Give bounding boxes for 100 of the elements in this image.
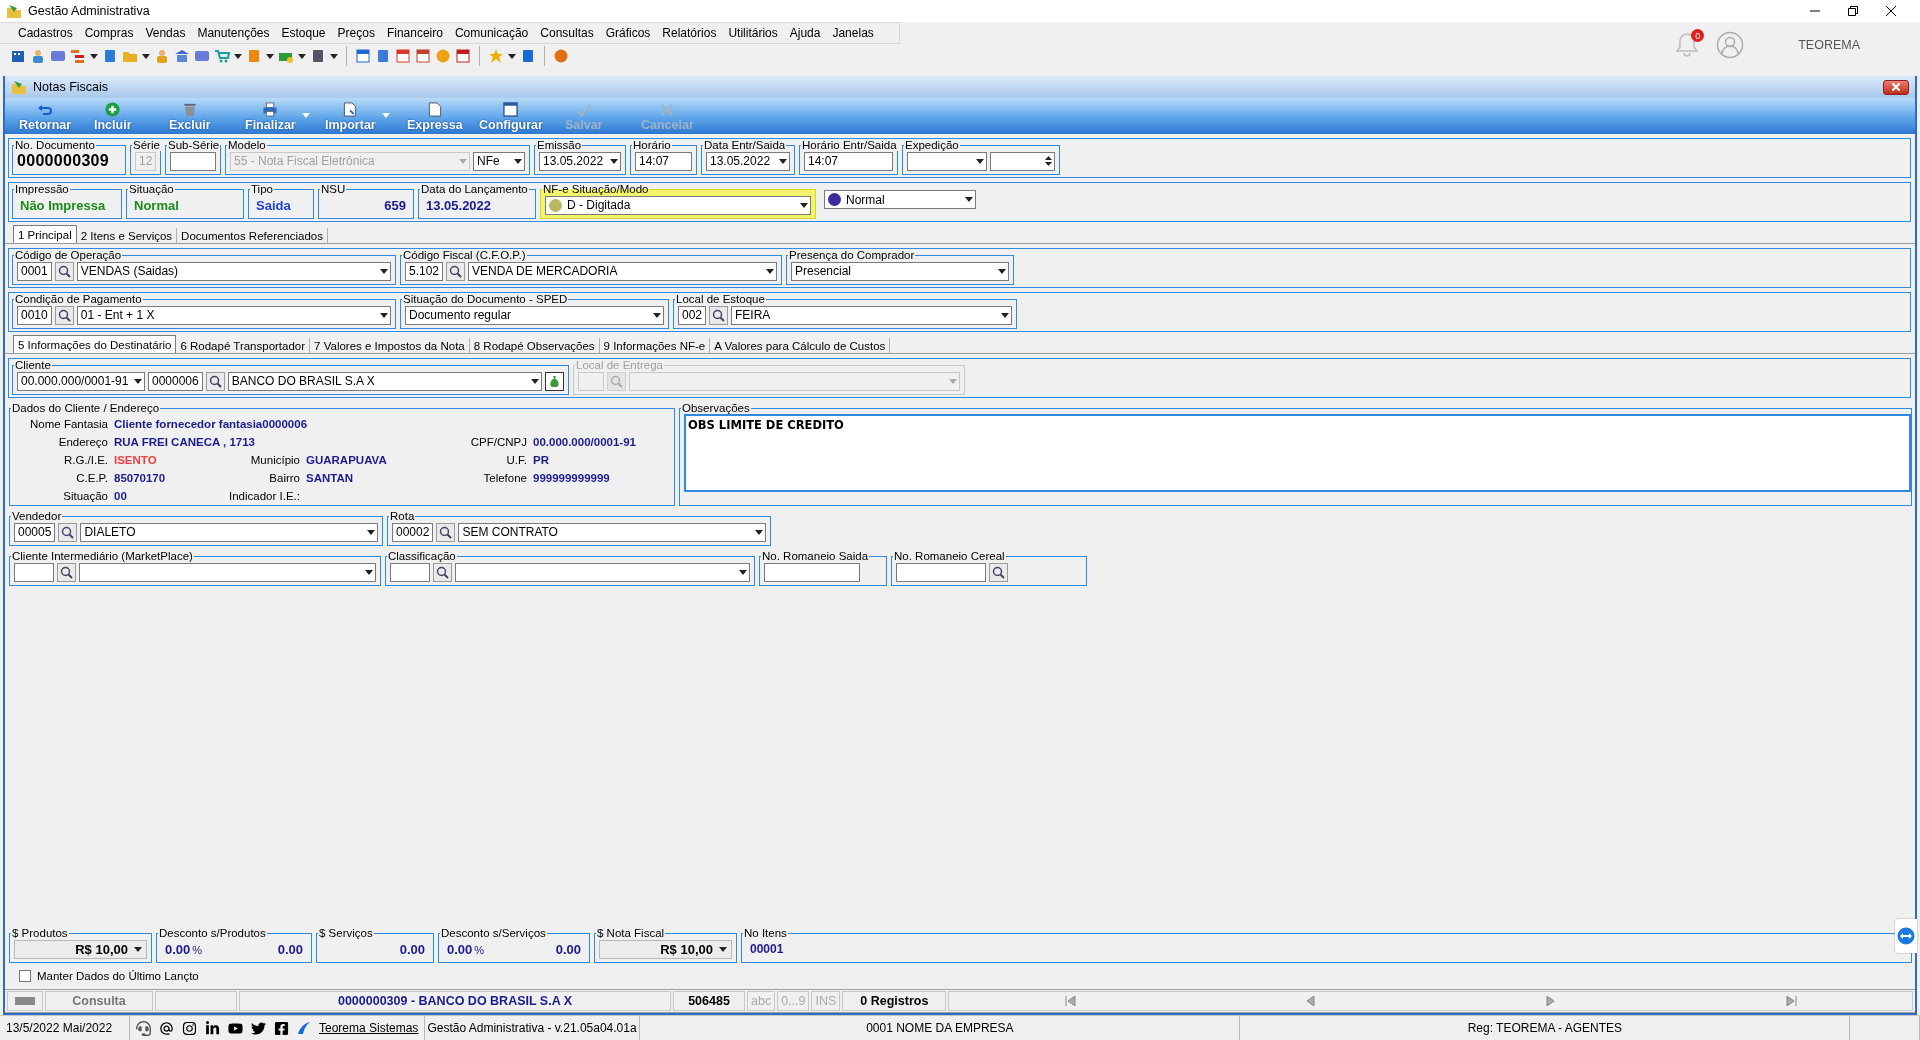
input-field[interactable] [764, 562, 860, 582]
search-button[interactable] [436, 522, 456, 542]
twitter-icon[interactable] [251, 1020, 266, 1036]
spinner-field[interactable] [990, 151, 1055, 171]
bell-icon[interactable] [1674, 31, 1701, 57]
headset-icon[interactable] [136, 1020, 151, 1036]
tab[interactable]: 6 Rodapé Transportador [176, 338, 311, 353]
search-button[interactable] [57, 562, 76, 582]
code-field[interactable]: 00002 [392, 522, 434, 542]
search-button[interactable] [205, 371, 225, 391]
email-icon[interactable] [159, 1020, 174, 1036]
calendar-icon[interactable] [415, 48, 431, 64]
search-button[interactable] [54, 305, 74, 325]
tab[interactable]: 2 Itens e Serviços [76, 228, 178, 243]
close-button[interactable] [1883, 79, 1909, 95]
dropdown[interactable] [455, 562, 750, 582]
menu-item[interactable]: Financeiro [380, 26, 449, 40]
dropdown[interactable]: SEM CONTRATO [458, 522, 766, 542]
hierarchy-icon[interactable] [70, 48, 86, 64]
tab[interactable]: 5 Informações do Destinatário [13, 335, 177, 353]
code-field[interactable]: 0001 [17, 261, 52, 281]
document-icon[interactable] [102, 48, 118, 64]
linkedin-icon[interactable] [205, 1020, 220, 1036]
menu-item[interactable]: Cadastros [12, 26, 79, 40]
dropdown[interactable]: VENDA DE MERCADORIA [468, 261, 777, 281]
dropdown[interactable]: R$ 10,00 [599, 939, 732, 959]
code-field[interactable]: 5.102 [405, 261, 444, 281]
menu-item[interactable]: Gráficos [599, 26, 657, 40]
search-button[interactable] [54, 261, 74, 281]
code-field[interactable] [390, 562, 430, 582]
input-field[interactable] [170, 151, 216, 171]
restore-icon[interactable] [1848, 6, 1858, 16]
menu-item[interactable]: Utilitários [722, 26, 784, 40]
code-field[interactable]: 0000006 [148, 371, 203, 391]
dropdown[interactable]: BANCO DO BRASIL S.A X [227, 371, 542, 391]
input-field[interactable]: 14:07 [804, 151, 893, 171]
dropdown[interactable]: 00.000.000/0001-91 [17, 371, 145, 391]
date-picker[interactable]: 13.05.2022 [539, 151, 621, 171]
tab[interactable]: 9 Informações NF-e [599, 338, 711, 353]
code-field[interactable]: 00005 [14, 522, 56, 542]
dropdown[interactable]: 01 - Ent + 1 X [76, 305, 391, 325]
tab[interactable]: A Valores para Cálculo de Custos [710, 338, 891, 353]
card-icon[interactable] [50, 48, 66, 64]
search-button[interactable] [58, 522, 78, 542]
next-record-icon[interactable] [1545, 996, 1555, 1006]
search-button[interactable] [446, 261, 466, 281]
caret-icon[interactable] [301, 113, 310, 118]
people-icon[interactable] [30, 48, 46, 64]
remote-support-icon[interactable] [1897, 927, 1915, 945]
last-record-icon[interactable] [1785, 996, 1797, 1006]
calendar-icon[interactable] [355, 48, 371, 64]
menu-item[interactable]: Consultas [534, 26, 600, 40]
dropdown[interactable] [79, 562, 376, 582]
dropdown[interactable]: DIALETO [80, 522, 378, 542]
caret-icon[interactable] [381, 113, 390, 118]
input-field[interactable] [896, 562, 986, 582]
star-icon[interactable] [488, 48, 504, 64]
menu-item[interactable]: Preços [331, 26, 381, 40]
dropdown[interactable]: Documento regular [405, 305, 664, 325]
menu-item[interactable]: Estoque [275, 26, 332, 40]
search-button[interactable] [709, 305, 729, 325]
tab[interactable]: 8 Rodapé Observações [469, 338, 600, 353]
input-field[interactable]: 14:07 [635, 151, 692, 171]
dropdown[interactable] [907, 151, 987, 171]
cart-icon[interactable] [214, 48, 230, 64]
menu-item[interactable]: Compras [78, 26, 140, 40]
tab[interactable]: Documentos Referenciados [177, 228, 329, 243]
previous-record-icon[interactable] [1306, 996, 1316, 1006]
dropdown[interactable]: VENDAS (Saidas) [76, 261, 391, 281]
dropdown[interactable]: Presencial [791, 261, 1009, 281]
card-icon[interactable] [194, 48, 210, 64]
dropdown[interactable]: D - Digitada [545, 195, 811, 215]
code-field[interactable] [14, 562, 54, 582]
dropdown[interactable]: Normal [824, 190, 976, 209]
menu-item[interactable]: Vendas [139, 26, 192, 40]
code-field[interactable]: 0010 [17, 305, 52, 325]
menu-item[interactable]: Janelas [826, 26, 880, 40]
code-field[interactable]: 002 [678, 305, 707, 325]
money-bag-button[interactable] [545, 371, 564, 391]
checkbox[interactable] [19, 970, 31, 982]
search-button[interactable] [433, 562, 452, 582]
date-picker[interactable]: 13.05.2022 [706, 151, 790, 171]
bank-icon[interactable] [174, 48, 190, 64]
menu-item[interactable]: Ajuda [783, 26, 827, 40]
instagram-icon[interactable] [182, 1020, 197, 1036]
dropdown[interactable]: FEIRA [731, 305, 1012, 325]
calendar-icon[interactable] [395, 48, 411, 64]
facebook-icon[interactable] [274, 1020, 289, 1036]
close-icon[interactable] [1886, 6, 1896, 16]
tab[interactable]: 1 Principal [13, 225, 77, 243]
menu-item[interactable]: Comunicação [448, 26, 535, 40]
menu-item[interactable]: Relatórios [656, 26, 723, 40]
building-icon[interactable] [10, 48, 26, 64]
search-button[interactable] [989, 562, 1008, 582]
menu-item[interactable]: Manutenções [191, 26, 276, 40]
tab[interactable]: 7 Valores e Impostos da Nota [310, 338, 470, 353]
website-link[interactable]: Teorema Sistemas [319, 1021, 419, 1035]
first-record-icon[interactable] [1064, 996, 1076, 1006]
notes-field[interactable]: OBS LIMITE DE CREDITO [684, 414, 1911, 492]
dropdown[interactable]: R$ 10,00 [14, 939, 147, 959]
